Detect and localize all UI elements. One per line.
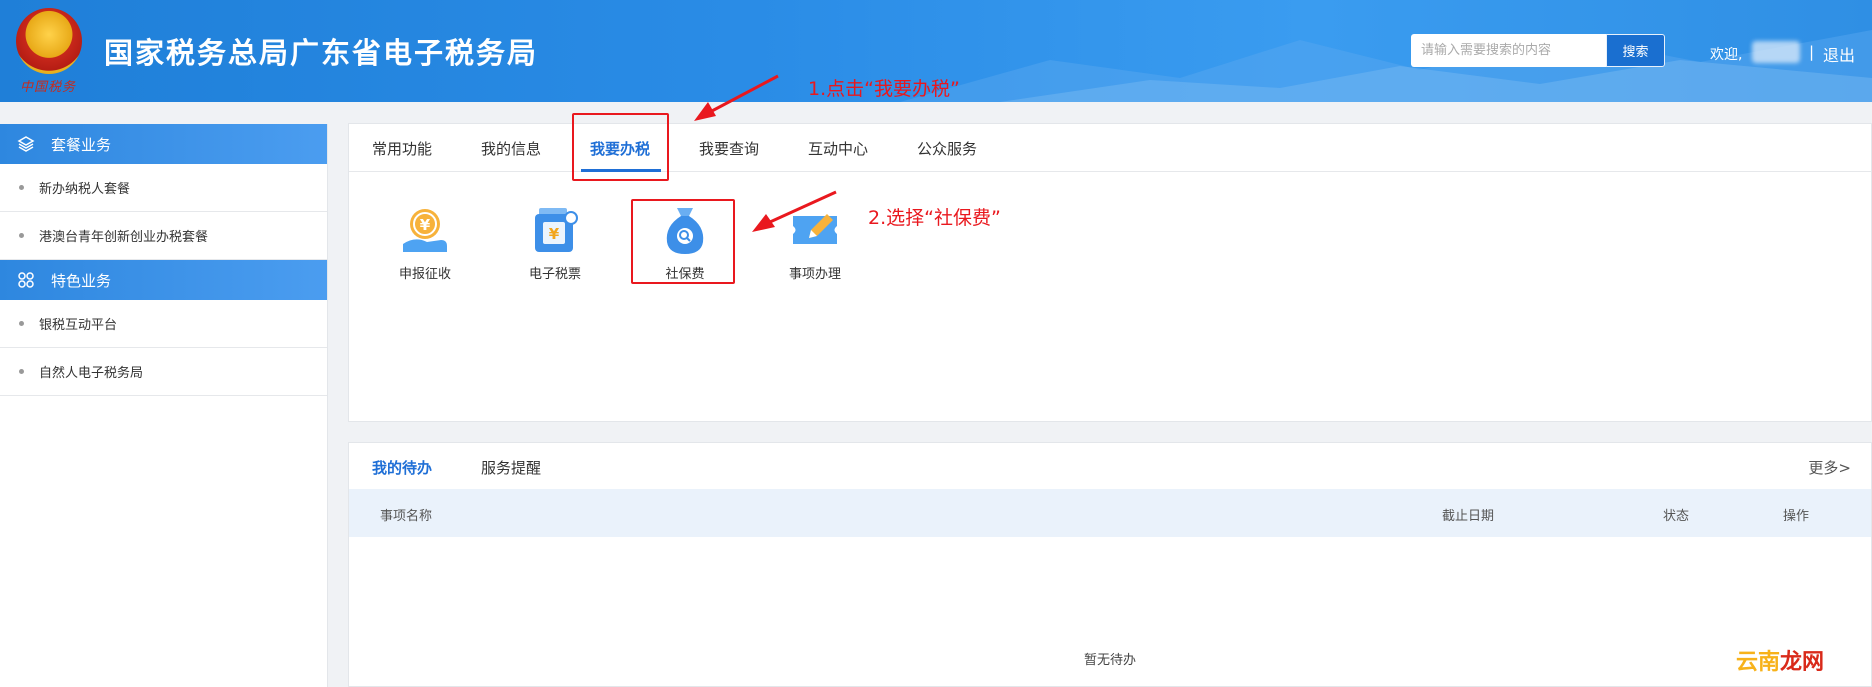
watermark-part2: 龙网 bbox=[1780, 650, 1825, 675]
tab-public-service[interactable]: 公众服务 bbox=[917, 138, 977, 159]
empty-todo-text: 暂无待办 bbox=[1083, 653, 1136, 668]
sidebar-item-label: 新办纳税人套餐 bbox=[39, 182, 131, 197]
sidebar-item-label: 银税互动平台 bbox=[39, 318, 118, 333]
sidebar-section-title: 套餐业务 bbox=[51, 135, 112, 154]
search-input[interactable] bbox=[1411, 34, 1606, 67]
todo-table-header: 事项名称 截止日期 状态 操作 bbox=[349, 489, 1871, 537]
tab-common[interactable]: 常用功能 bbox=[372, 138, 432, 159]
header-separator: | bbox=[1809, 43, 1815, 61]
bullet bbox=[19, 369, 24, 374]
tab-my-info[interactable]: 我的信息 bbox=[481, 138, 541, 159]
function-label: 申报征收 bbox=[398, 267, 451, 282]
tax-ticket-icon: ¥ bbox=[535, 208, 578, 252]
layers-icon bbox=[17, 135, 35, 153]
highlight-box-social-security bbox=[631, 199, 735, 284]
watermark-logo: 云南龙网 bbox=[1736, 644, 1824, 676]
more-link[interactable]: 更多> bbox=[1808, 457, 1851, 478]
function-e-tax-ticket[interactable]: ¥ 电子税票 bbox=[510, 202, 600, 282]
search-button[interactable]: 搜索 bbox=[1606, 34, 1665, 67]
watermark-part1: 云南 bbox=[1736, 650, 1781, 675]
bullet bbox=[19, 233, 24, 238]
sidebar-section-title: 特色业务 bbox=[51, 271, 112, 290]
national-emblem-icon bbox=[16, 8, 82, 74]
column-header-name: 事项名称 bbox=[380, 509, 433, 524]
tab-my-todo[interactable]: 我的待办 bbox=[372, 457, 432, 478]
function-label: 电子税票 bbox=[528, 267, 581, 282]
welcome-text: 欢迎, bbox=[1710, 47, 1743, 63]
tab-service-reminder[interactable]: 服务提醒 bbox=[481, 457, 541, 478]
todo-panel: 我的待办 服务提醒 更多> 事项名称 截止日期 状态 操作 暂无待办 bbox=[348, 442, 1872, 687]
tab-query[interactable]: 我要查询 bbox=[699, 138, 759, 159]
edit-ticket-icon bbox=[793, 214, 837, 244]
sidebar-item-hk-macau-youth[interactable]: 港澳台青年创新创业办税套餐 bbox=[0, 212, 327, 260]
sidebar-section-featured[interactable]: 特色业务 bbox=[0, 260, 327, 300]
highlight-box-tab bbox=[572, 113, 669, 181]
sidebar-item-label: 港澳台青年创新创业办税套餐 bbox=[39, 230, 209, 245]
logout-link[interactable]: 退出 bbox=[1823, 42, 1855, 66]
sidebar-item-new-taxpayer[interactable]: 新办纳税人套餐 bbox=[0, 164, 327, 212]
bullet bbox=[19, 185, 24, 190]
column-header-deadline: 截止日期 bbox=[1442, 509, 1495, 524]
svg-text:¥: ¥ bbox=[549, 225, 560, 243]
function-label: 事项办理 bbox=[788, 267, 841, 282]
site-title: 国家税务总局广东省电子税务局 bbox=[104, 36, 539, 70]
sidebar-section-package[interactable]: 套餐业务 bbox=[0, 124, 327, 164]
svg-text:¥: ¥ bbox=[420, 216, 431, 234]
bullet bbox=[19, 321, 24, 326]
emblem-caption: 中国税务 bbox=[20, 80, 77, 95]
function-declare-collect[interactable]: ¥ 申报征收 bbox=[380, 202, 470, 282]
grid-circles-icon bbox=[17, 271, 35, 289]
sidebar: 套餐业务 新办纳税人套餐 港澳台青年创新创业办税套餐 特色业务 银税互动平台 自… bbox=[0, 124, 328, 687]
column-header-action: 操作 bbox=[1783, 509, 1810, 524]
column-header-status: 状态 bbox=[1663, 509, 1690, 524]
yuan-hand-icon: ¥ bbox=[403, 209, 447, 252]
annotation-step2: 2.选择“社保费” bbox=[868, 207, 1001, 229]
arrow-head-icon bbox=[694, 102, 716, 121]
sidebar-item-natural-person[interactable]: 自然人电子税务局 bbox=[0, 348, 327, 396]
function-matter-handling[interactable]: 事项办理 bbox=[770, 202, 860, 282]
sidebar-item-bank-tax[interactable]: 银税互动平台 bbox=[0, 300, 327, 348]
sidebar-item-label: 自然人电子税务局 bbox=[39, 366, 144, 381]
annotation-step1: 1.点击“我要办税” bbox=[808, 78, 960, 100]
user-name-blurred bbox=[1752, 41, 1800, 63]
tab-interaction[interactable]: 互动中心 bbox=[808, 138, 868, 159]
